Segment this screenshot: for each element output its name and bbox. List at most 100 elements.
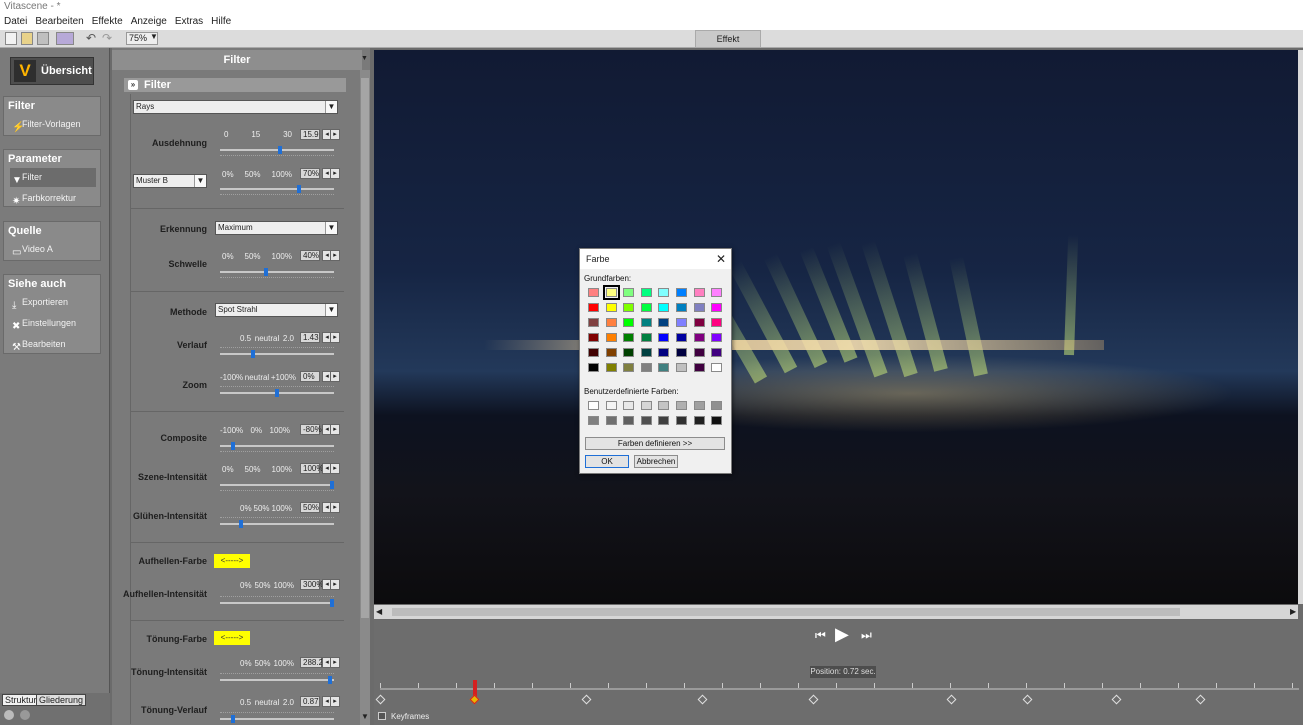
nav-item-filter[interactable]: ▼ Filter — [10, 168, 96, 187]
menu-datei[interactable]: Datei — [4, 16, 27, 28]
color-swatch[interactable] — [693, 416, 705, 425]
color-swatch[interactable] — [676, 363, 687, 372]
value-box[interactable]: 50% — [300, 502, 320, 513]
define-colors-button[interactable]: Farben definieren >> — [585, 437, 725, 450]
composite-slider[interactable] — [220, 442, 334, 452]
play-icon[interactable]: ▶ — [835, 624, 849, 645]
color-swatch[interactable] — [693, 363, 705, 372]
color-swatch[interactable] — [693, 333, 705, 342]
color-swatch[interactable] — [605, 333, 617, 342]
nav-item-edit[interactable]: ⚒ Bearbeiten — [10, 335, 96, 354]
filter-section-header[interactable]: » Filter — [124, 78, 346, 92]
color-swatch[interactable] — [711, 348, 723, 357]
color-swatch[interactable] — [605, 401, 617, 410]
color-swatch[interactable] — [693, 288, 705, 297]
color-swatch[interactable] — [623, 288, 635, 297]
color-swatch[interactable] — [676, 333, 687, 342]
menu-extras[interactable]: Extras — [175, 16, 203, 28]
slider-handle[interactable] — [278, 146, 282, 154]
open-folder-icon[interactable] — [21, 32, 33, 45]
new-file-icon[interactable] — [5, 32, 17, 45]
menu-effekte[interactable]: Effekte — [92, 16, 123, 28]
value-box[interactable]: -80% — [300, 424, 322, 435]
spin-right-icon[interactable]: ▸ — [330, 332, 340, 343]
value-box[interactable]: 0% — [300, 371, 320, 382]
spin-right-icon[interactable]: ▸ — [330, 371, 340, 382]
spin-right-icon[interactable]: ▸ — [330, 168, 340, 179]
tint-color-button[interactable]: <-----> — [214, 631, 250, 645]
color-swatch[interactable] — [711, 416, 723, 425]
close-icon[interactable]: ✕ — [714, 250, 728, 268]
color-swatch[interactable] — [588, 333, 599, 342]
scene-intensity-slider[interactable] — [220, 481, 334, 491]
spin-right-icon[interactable]: ▸ — [330, 579, 340, 590]
collapse-icon[interactable]: » — [128, 80, 138, 90]
spin-right-icon[interactable]: ▸ — [330, 463, 340, 474]
video-preview[interactable] — [374, 50, 1298, 604]
slider-handle[interactable] — [330, 599, 334, 607]
color-swatch[interactable] — [640, 288, 652, 297]
filter-type-select[interactable]: Rays ▼ — [133, 100, 338, 114]
save-icon[interactable] — [37, 32, 49, 45]
slider-handle[interactable] — [275, 389, 279, 397]
color-swatch[interactable] — [658, 416, 670, 425]
color-swatch[interactable] — [693, 318, 705, 327]
value-box[interactable]: 288.2% — [300, 657, 330, 668]
detection-select[interactable]: Maximum ▼ — [215, 221, 338, 235]
gradient-slider[interactable] — [220, 347, 334, 358]
color-swatch[interactable] — [676, 348, 687, 357]
color-swatch[interactable] — [711, 333, 723, 342]
color-swatch[interactable] — [588, 363, 599, 372]
color-swatch[interactable] — [623, 363, 635, 372]
redo-icon[interactable]: ↷ — [102, 31, 112, 45]
slider-handle[interactable] — [264, 268, 268, 276]
nav-item-video-a[interactable]: ▭ Video A — [10, 240, 96, 259]
panel-scrollbar-thumb[interactable] — [361, 78, 369, 618]
color-swatch[interactable] — [602, 285, 620, 300]
color-swatch[interactable] — [588, 318, 599, 327]
skip-back-icon[interactable]: ⏮ — [815, 628, 826, 643]
ok-button[interactable]: OK — [585, 455, 629, 468]
slider-handle[interactable] — [297, 185, 301, 193]
color-swatch[interactable] — [588, 348, 599, 357]
keyframes-checkbox[interactable] — [378, 712, 386, 720]
spin-right-icon[interactable]: ▸ — [330, 129, 340, 140]
menu-bearbeiten[interactable]: Bearbeiten — [35, 16, 83, 28]
value-box[interactable]: 0.87 — [300, 696, 320, 707]
slider-handle[interactable] — [239, 520, 243, 528]
color-swatch[interactable] — [658, 333, 670, 342]
skip-forward-icon[interactable]: ⏭ — [861, 628, 872, 643]
spin-right-icon[interactable]: ▸ — [330, 696, 340, 707]
color-swatch[interactable] — [658, 318, 670, 327]
color-swatch[interactable] — [676, 288, 687, 297]
color-swatch[interactable] — [640, 303, 652, 312]
value-box[interactable]: 40% — [300, 250, 320, 261]
color-swatch[interactable] — [623, 303, 635, 312]
timeline-track[interactable] — [380, 688, 1299, 690]
color-swatch[interactable] — [588, 416, 599, 425]
color-swatch[interactable] — [711, 303, 723, 312]
color-swatch[interactable] — [676, 303, 687, 312]
color-swatch[interactable] — [588, 288, 599, 297]
color-swatch[interactable] — [605, 363, 617, 372]
color-swatch[interactable] — [693, 401, 705, 410]
nav-item-filter-templates[interactable]: ⚡ Filter-Vorlagen — [10, 115, 96, 134]
ausdehnung-slider[interactable] — [220, 146, 334, 156]
color-swatch[interactable] — [623, 401, 635, 410]
color-swatch[interactable] — [676, 318, 687, 327]
undo-icon[interactable]: ↶ — [86, 31, 96, 45]
pattern-slider[interactable] — [220, 185, 334, 195]
color-swatch[interactable] — [711, 363, 723, 372]
color-swatch[interactable] — [640, 348, 652, 357]
color-swatch[interactable] — [640, 318, 652, 327]
color-swatch[interactable] — [623, 333, 635, 342]
spin-right-icon[interactable]: ▸ — [330, 657, 340, 668]
color-swatch[interactable] — [605, 318, 617, 327]
slider-handle[interactable] — [231, 442, 235, 450]
scroll-down-icon[interactable]: ▼ — [361, 712, 369, 721]
value-box[interactable]: 300% — [300, 579, 323, 590]
color-swatch[interactable] — [676, 416, 687, 425]
render-icon[interactable] — [56, 32, 74, 45]
color-swatch[interactable] — [640, 416, 652, 425]
color-swatch[interactable] — [605, 348, 617, 357]
